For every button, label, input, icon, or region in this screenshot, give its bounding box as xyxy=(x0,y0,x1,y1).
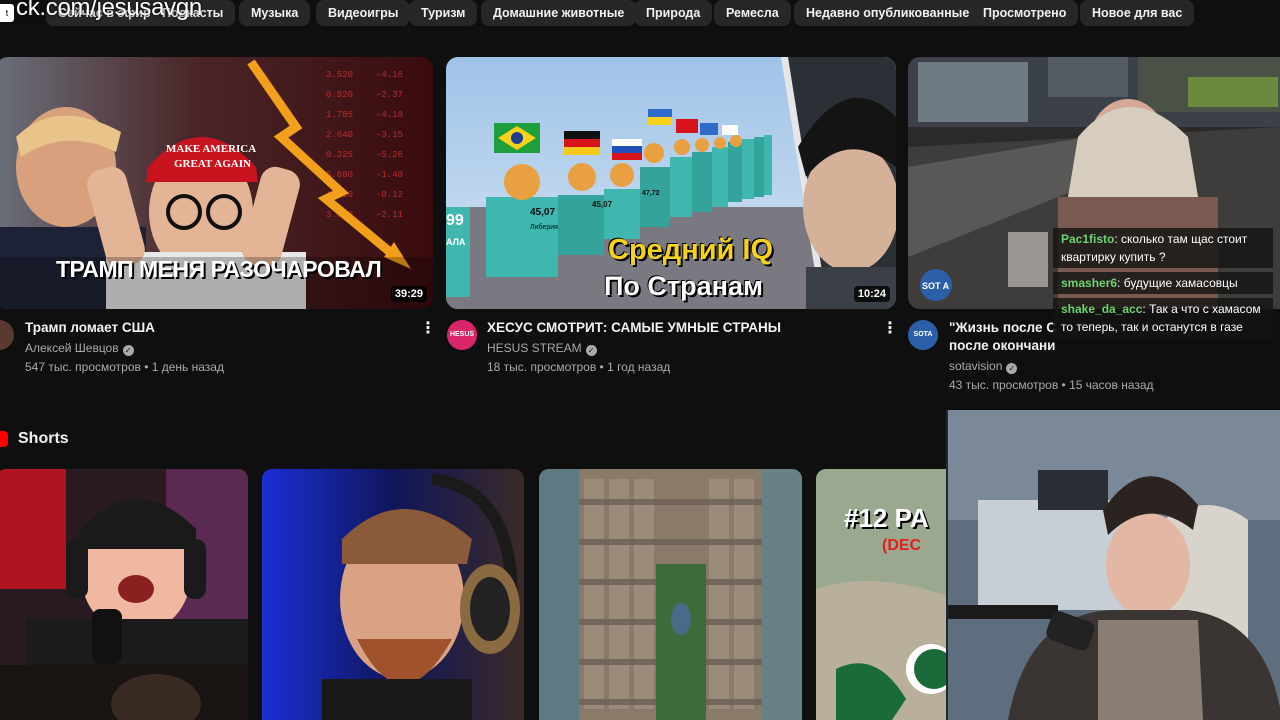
svg-text:-2.11: -2.11 xyxy=(376,210,403,220)
video-title[interactable]: ХЕСУС СМОТРИТ: САМЫЕ УМНЫЕ СТРАНЫ xyxy=(487,318,781,338)
svg-text:1.785: 1.785 xyxy=(326,110,353,120)
verified-check-icon: ✓ xyxy=(122,345,134,356)
chat-username: smasher6 xyxy=(1061,276,1118,290)
short-4-subtitle: (DEC xyxy=(882,537,922,554)
video-stats: 547 тыс. просмотров • 1 день назад xyxy=(25,360,224,374)
video-title-line2[interactable]: после окончани xyxy=(949,336,1055,356)
channel-name[interactable]: sotavision ✓ xyxy=(949,359,1018,374)
svg-text:0.920: 0.920 xyxy=(326,90,353,100)
bar-value-1: 45,07 xyxy=(530,207,555,218)
streamer-webcam xyxy=(946,410,1280,720)
svg-text:-4.16: -4.16 xyxy=(376,70,403,80)
short-4-title: #12 PA xyxy=(844,503,929,533)
chip-videogames[interactable]: Видеоигры xyxy=(316,0,411,26)
short-1-art xyxy=(0,469,248,720)
channel-avatar[interactable]: HESUS xyxy=(447,320,477,350)
svg-text:АЛА: АЛА xyxy=(446,237,466,247)
svg-text:-3.15: -3.15 xyxy=(376,130,403,140)
thumbnail-2-caption-line1: Средний IQ xyxy=(608,234,774,266)
svg-text:-1.40: -1.40 xyxy=(376,170,403,180)
chip-music[interactable]: Музыка xyxy=(239,0,311,26)
svg-text:99: 99 xyxy=(446,212,464,229)
channel-name-text[interactable]: sotavision xyxy=(949,359,1002,373)
channel-name[interactable]: Алексей Шевцов ✓ xyxy=(25,341,134,356)
stream-overlay-url: ck.com/jesusavgn xyxy=(16,0,202,21)
video-thumbnail-1[interactable]: 3.520 -4.16 0.920 -2.37 1.785 -4.18 2.640 -3… xyxy=(0,57,433,309)
chip-nature[interactable]: Природа xyxy=(634,0,713,26)
video-stats: 18 тыс. просмотров • 1 год назад xyxy=(487,360,671,374)
svg-text:-0.12: -0.12 xyxy=(376,190,403,200)
video-thumbnail-2[interactable]: 99 АЛА 45,07 Либерия 45,07 47,72 Средний… xyxy=(446,57,896,309)
channel-name-text[interactable]: Алексей Шевцов xyxy=(25,341,119,355)
short-card-4[interactable]: #12 PA (DEC xyxy=(816,469,956,720)
shorts-logo-icon xyxy=(0,431,8,447)
svg-text:2.640: 2.640 xyxy=(326,130,353,140)
verified-check-icon: ✓ xyxy=(1006,363,1018,374)
chat-username: shake_da_acc xyxy=(1061,302,1143,316)
video-title[interactable]: Трамп ломает США xyxy=(25,318,155,338)
more-options-icon[interactable]: ⋮ xyxy=(420,319,436,339)
svg-text:-4.18: -4.18 xyxy=(376,110,403,120)
svg-text:47,72: 47,72 xyxy=(642,190,660,197)
chat-username: Pac1fisto xyxy=(1061,232,1115,246)
chip-tourism[interactable]: Туризм xyxy=(409,0,478,26)
short-3-art xyxy=(539,469,802,720)
chip-recently-uploaded[interactable]: Недавно опубликованные xyxy=(794,0,982,26)
chat-text: будущие хамасовцы xyxy=(1123,276,1238,290)
svg-text:-5.26: -5.26 xyxy=(376,150,403,160)
short-2-art xyxy=(262,469,524,720)
video-stats: 43 тыс. просмотров • 15 часов назад xyxy=(949,378,1154,392)
svg-text:GREAT AGAIN: GREAT AGAIN xyxy=(174,158,251,170)
channel-avatar[interactable]: SOTA xyxy=(908,320,938,350)
channel-name[interactable]: HESUS STREAM ✓ xyxy=(487,341,597,356)
channel-name-text[interactable]: HESUS STREAM xyxy=(487,341,582,355)
svg-text:-2.37: -2.37 xyxy=(376,90,403,100)
verified-check-icon: ✓ xyxy=(585,345,597,356)
duration-badge: 10:24 xyxy=(853,286,890,302)
chat-message: shake_da_acc: Так а что с хамасом то теп… xyxy=(1053,298,1273,338)
cap-text: MAKE AMERICA xyxy=(166,143,256,155)
svg-text:Либерия: Либерия xyxy=(530,223,558,231)
chat-message: smasher6: будущие хамасовцы xyxy=(1053,272,1273,294)
duration-badge: 39:29 xyxy=(390,286,427,302)
channel-avatar[interactable] xyxy=(0,320,14,350)
svg-text:3.520: 3.520 xyxy=(326,70,353,80)
chat-message: Pac1fisto: сколько там щас стоит квартир… xyxy=(1053,228,1273,268)
chip-pets[interactable]: Домашние животные xyxy=(481,0,637,26)
overlay-logo-icon: t xyxy=(0,4,14,22)
thumbnail-2-caption-line2: По Странам xyxy=(604,271,763,301)
webcam-feed xyxy=(948,410,1280,720)
short-card-2[interactable] xyxy=(262,469,524,720)
sota-watermark: SOT A xyxy=(922,281,950,291)
stream-chat-overlay: Pac1fisto: сколько там щас стоит квартир… xyxy=(1053,228,1273,342)
shorts-title: Shorts xyxy=(18,430,69,447)
chip-new-for-you[interactable]: Новое для вас xyxy=(1080,0,1195,26)
svg-text:0.325: 0.325 xyxy=(326,150,353,160)
svg-text:45,07: 45,07 xyxy=(592,200,613,209)
chip-watched[interactable]: Просмотрено xyxy=(971,0,1079,26)
short-card-1[interactable] xyxy=(0,469,248,720)
thumbnail-1-caption: ТРАМП МЕНЯ РАЗОЧАРОВАЛ xyxy=(56,256,382,282)
short-card-3[interactable] xyxy=(539,469,802,720)
chip-crafts[interactable]: Ремесла xyxy=(714,0,791,26)
more-options-icon[interactable]: ⋮ xyxy=(882,319,898,339)
video-title-line1[interactable]: "Жизнь после С xyxy=(949,318,1056,338)
